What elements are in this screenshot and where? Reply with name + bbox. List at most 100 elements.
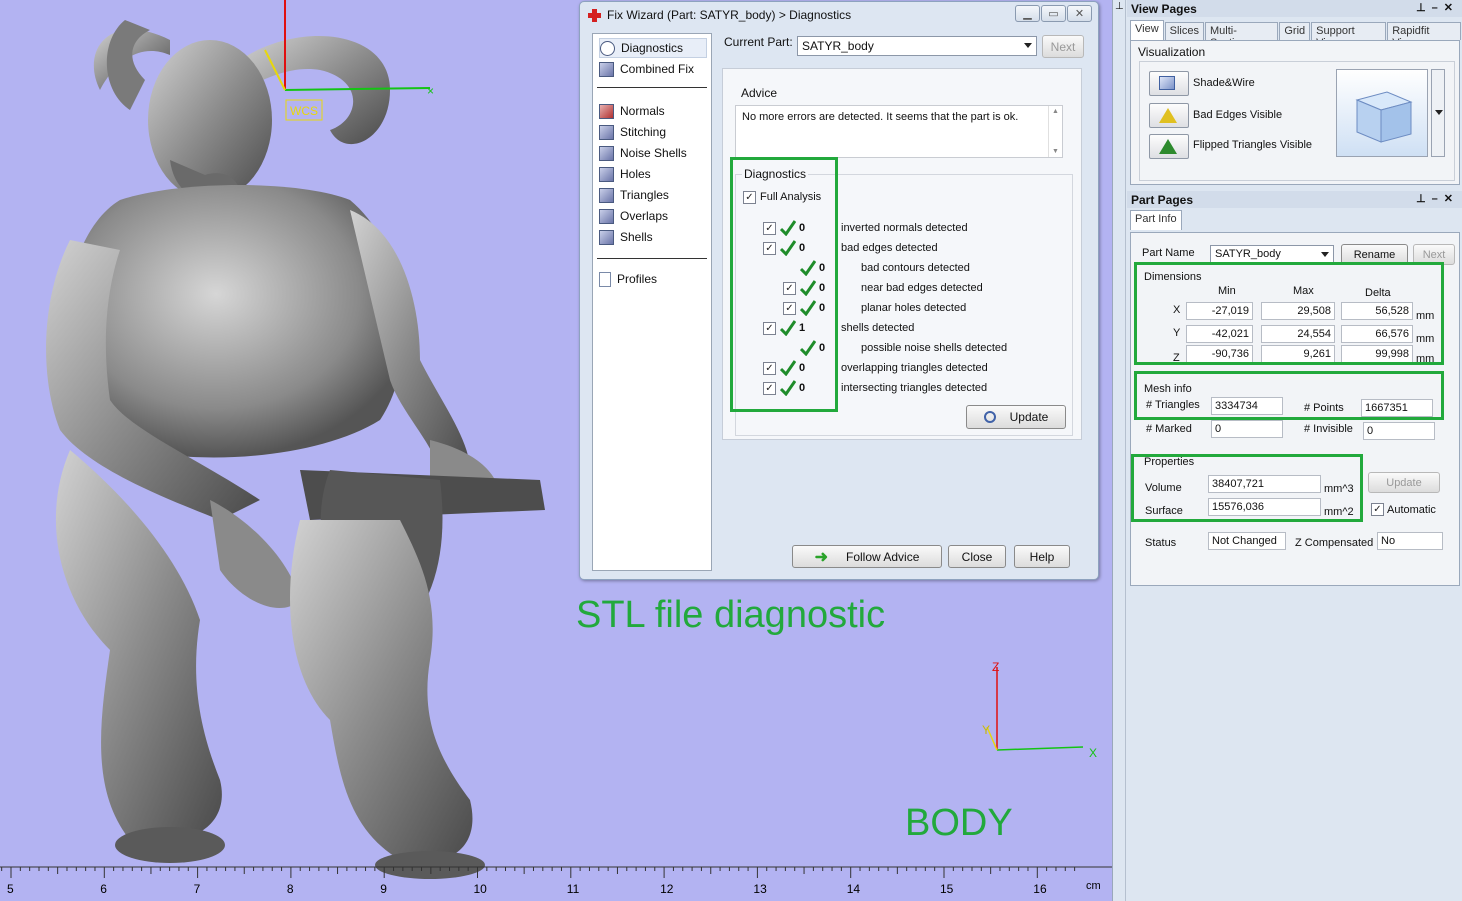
nav-triangles[interactable]: Triangles [599,185,669,205]
ruler-tick-label: 13 [753,882,767,896]
advice-scrollbar[interactable] [1048,106,1062,157]
magnifier-icon [983,411,996,423]
combined-fix-icon [599,61,614,77]
nav-normals[interactable]: Normals [599,101,665,121]
automatic-checkbox[interactable]: ✓ [1371,503,1384,516]
mesh-info-highlight-box [1134,371,1444,420]
pin-icon[interactable]: ⊥ [1115,1,1124,12]
part-pages-titlebar[interactable]: Part Pages ⊥–✕ [1127,191,1462,208]
pane-controls[interactable]: ⊥–✕ [1416,1,1459,14]
advice-title: Advice [739,86,780,100]
follow-advice-button[interactable]: ➜ Follow Advice [792,545,942,568]
diag-row-text: shells detected [841,322,915,334]
zcomp-label: Z Compensated [1295,537,1374,549]
flipped-triangles-button[interactable] [1149,134,1189,159]
maximize-button[interactable]: ▭ [1041,5,1066,22]
ruler-tick-label: 7 [194,882,201,896]
view-tab-body: Visualization Shade&Wire Bad Edges Visib… [1130,40,1460,185]
tab-slices[interactable]: Slices [1164,22,1204,40]
zcomp-field[interactable]: No [1377,532,1443,550]
dimensions-highlight-box [1134,262,1444,365]
pane-controls[interactable]: ⊥–✕ [1416,192,1459,205]
ruler-tick-label: 15 [940,882,954,896]
close-button[interactable]: Close [948,545,1006,568]
flipped-triangles-icon [1159,139,1177,154]
diagnostics-highlight-box [730,157,838,412]
tab-rapidfit-view[interactable]: Rapidfit View [1387,22,1461,49]
caption-part-name: BODY [905,802,1013,844]
view-cube-preview[interactable] [1336,69,1428,157]
right-panels: ⊥ View Pages ⊥–✕ View Slices Multi-Secti… [1112,0,1462,901]
fix-wizard-nav: Diagnostics Combined Fix Normals Stitchi… [592,33,712,571]
advice-group: Advice No more errors are detected. It s… [735,86,1073,161]
current-part-select[interactable]: SATYR_body [797,36,1037,56]
view-pages-title: View Pages [1131,1,1197,16]
wcs-gizmo: × [264,0,434,121]
fix-wizard-title: Fix Wizard (Part: SATYR_body) > Diagnost… [607,8,852,22]
help-button[interactable]: Help [1014,545,1070,568]
next-part-button[interactable]: Next [1042,35,1084,58]
caption-stl-diagnostic: STL file diagnostic [576,594,886,636]
bad-edges-button[interactable] [1149,103,1189,128]
ruler-tick-label: 10 [474,882,488,896]
ruler-tick-label: 5 [7,882,14,896]
normals-icon [599,103,614,119]
fix-wizard-titlebar[interactable]: Fix Wizard (Part: SATYR_body) > Diagnost… [580,2,1098,28]
close-window-button[interactable]: ✕ [1067,5,1092,22]
ruler-tick-label: 11 [567,882,580,896]
nav-combined-fix[interactable]: Combined Fix [599,59,694,79]
satyr-model-render [46,20,545,879]
advice-textbox[interactable]: No more errors are detected. It seems th… [735,105,1063,158]
diag-row-text: planar holes detected [861,302,967,314]
bad-edges-label: Bad Edges Visible [1193,109,1283,121]
svg-text:×: × [427,84,434,98]
nav-holes[interactable]: Holes [599,164,651,184]
diag-row-text: bad contours detected [861,262,970,274]
view-pages-titlebar[interactable]: View Pages ⊥–✕ [1127,0,1462,17]
axis-x-label: X [1089,746,1098,760]
diag-row-text: bad edges detected [841,242,938,254]
nav-noise-shells[interactable]: Noise Shells [599,143,687,163]
ruler-tick-label: 14 [847,882,861,896]
axis-z-label: Z [992,660,1000,674]
nav-overlaps[interactable]: Overlaps [599,206,668,226]
status-field[interactable]: Not Changed [1208,532,1286,550]
part-name-label: Part Name [1142,247,1195,259]
view-pages-tabs: View Slices Multi-Section Grid Support V… [1130,20,1462,49]
tab-view[interactable]: View [1130,20,1164,40]
diag-row-text: intersecting triangles detected [841,382,988,394]
nav-diagnostics[interactable]: Diagnostics [599,38,707,58]
fix-wizard-dialog[interactable]: Fix Wizard (Part: SATYR_body) > Diagnost… [579,1,1099,580]
nav-profiles[interactable]: Profiles [599,269,657,289]
tab-multi-section[interactable]: Multi-Section [1205,22,1279,49]
tab-support-view[interactable]: Support View [1311,22,1387,49]
view-cube-dropdown[interactable] [1431,69,1445,157]
ruler-tick-label: 16 [1033,882,1047,896]
profiles-icon [599,271,611,287]
invisible-field[interactable]: 0 [1363,422,1435,440]
update-label: Update [1009,410,1049,424]
update-diagnostics-button[interactable]: Update [966,405,1066,429]
nav-label: Normals [620,104,665,118]
diag-row-text: inverted normals detected [841,222,968,234]
tab-grid[interactable]: Grid [1279,22,1311,40]
nav-label: Holes [620,167,651,181]
nav-label: Shells [620,230,653,244]
nav-shells[interactable]: Shells [599,227,653,247]
follow-advice-label: Follow Advice [846,549,920,564]
axis-y-label: Y [982,723,991,737]
minimize-button[interactable]: ▁ [1015,5,1040,22]
update-properties-button[interactable]: Update [1368,472,1440,493]
ruler: 5 6 7 8 9 10 11 12 13 14 15 16 cm [0,866,1112,901]
nav-stitching[interactable]: Stitching [599,122,666,142]
nav-label: Profiles [617,272,658,286]
noise-shells-icon [599,145,614,161]
current-part-value: SATYR_body [802,39,874,53]
nav-label: Combined Fix [620,62,695,76]
tab-part-info[interactable]: Part Info [1130,210,1182,230]
cube-icon [1159,76,1175,90]
arrow-right-icon: ➜ [814,548,829,566]
shade-wire-button[interactable] [1149,71,1189,96]
app-logo-icon [588,8,601,22]
marked-field[interactable]: 0 [1211,420,1283,438]
